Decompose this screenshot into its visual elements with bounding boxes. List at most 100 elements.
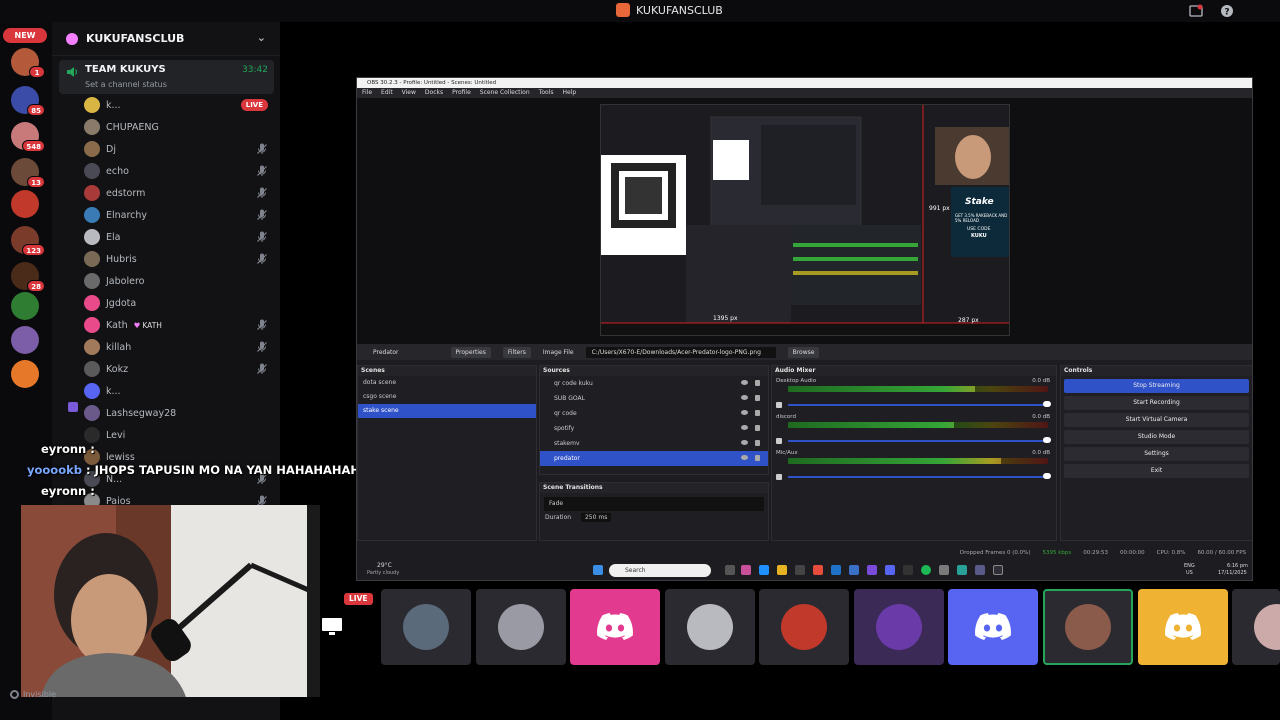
obs-menu-item[interactable]: Help [562, 88, 576, 98]
help-icon[interactable]: ? [1220, 4, 1234, 18]
channel-status-text[interactable]: Set a channel status [85, 80, 167, 89]
visibility-icon[interactable] [741, 380, 748, 385]
speaker-icon[interactable] [776, 438, 782, 444]
server-icon[interactable] [11, 326, 39, 354]
control-button[interactable]: Settings [1064, 447, 1249, 461]
voice-member[interactable]: killah [84, 338, 272, 356]
obs-menu-item[interactable]: Docks [425, 88, 443, 98]
speaker-icon[interactable] [776, 474, 782, 480]
control-button[interactable]: Start Virtual Camera [1064, 413, 1249, 427]
voice-member[interactable]: Jabolero [84, 272, 272, 290]
participant-tile[interactable] [854, 589, 944, 665]
app-icon[interactable] [975, 565, 985, 575]
server-icon[interactable]: 1 [11, 48, 45, 78]
participant-tile[interactable] [759, 589, 849, 665]
server-icon[interactable]: 13 [11, 158, 45, 188]
lock-icon[interactable] [755, 380, 760, 386]
server-icon[interactable]: 548 [11, 122, 45, 152]
source-item[interactable]: SUB GOAL [540, 391, 768, 406]
voice-member[interactable]: echo [84, 162, 272, 180]
server-icon[interactable] [11, 190, 39, 218]
new-badge[interactable]: NEW [3, 28, 47, 43]
clock-date[interactable]: 17/11/2025 [1218, 570, 1247, 576]
volume-slider[interactable] [788, 470, 1051, 479]
server-icon[interactable]: 123 [11, 226, 45, 256]
source-item[interactable]: qr code kuku [540, 376, 768, 391]
obs-menu-item[interactable]: Edit [381, 88, 393, 98]
server-icon[interactable]: 85 [11, 86, 45, 116]
app-icon[interactable] [939, 565, 949, 575]
image-path-field[interactable]: C:/Users/X670-E/Downloads/Acer-Predator-… [585, 346, 776, 358]
server-icon[interactable] [11, 292, 39, 320]
clock-time[interactable]: 6:16 pm [1227, 563, 1248, 569]
edge-icon[interactable] [759, 565, 769, 575]
participant-tile[interactable] [665, 589, 755, 665]
scene-item[interactable]: stake scene [358, 404, 536, 418]
source-item[interactable]: qr code [540, 406, 768, 421]
properties-button[interactable]: Properties [450, 346, 491, 358]
discord-icon[interactable] [885, 565, 895, 575]
app-icon[interactable] [849, 565, 859, 575]
inbox-icon[interactable] [1189, 4, 1203, 18]
voice-channel-team-kukuys[interactable]: TEAM KUKUYS 33:42 Set a channel status [59, 60, 274, 94]
source-item[interactable]: stakemv [540, 436, 768, 451]
scene-item[interactable]: dota scene [358, 376, 536, 390]
visibility-icon[interactable] [741, 425, 748, 430]
explorer-icon[interactable] [777, 565, 787, 575]
control-button[interactable]: Stop Streaming [1064, 379, 1249, 393]
chrome-icon[interactable] [813, 565, 823, 575]
voice-member[interactable]: Jgdota [84, 294, 272, 312]
participant-tile[interactable] [381, 589, 471, 665]
start-icon[interactable] [593, 565, 603, 575]
control-button[interactable]: Start Recording [1064, 396, 1249, 410]
lock-icon[interactable] [755, 455, 760, 461]
voice-member[interactable]: Dj [84, 140, 272, 158]
voice-member[interactable]: Lashsegway28 [84, 404, 272, 422]
participant-tile[interactable] [1138, 589, 1228, 665]
participant-tile[interactable] [476, 589, 566, 665]
scene-item[interactable]: csgo scene [358, 390, 536, 404]
store-icon[interactable] [795, 565, 805, 575]
obs-menu-item[interactable]: Tools [539, 88, 554, 98]
obs-menu-item[interactable]: Profile [452, 88, 471, 98]
region-indicator[interactable]: US [1186, 570, 1193, 576]
voice-member[interactable]: Kath ♥ KATH [84, 316, 272, 334]
server-header[interactable]: KUKUFANSCLUB ⌄ [52, 22, 280, 56]
participant-tile[interactable] [1043, 589, 1133, 665]
obs-menu-item[interactable]: File [362, 88, 372, 98]
channel-icon[interactable] [68, 402, 78, 412]
user-panel[interactable]: Invisible [10, 690, 56, 699]
control-button[interactable]: Exit [1064, 464, 1249, 478]
browse-button[interactable]: Browse [787, 346, 820, 358]
teams-icon[interactable] [867, 565, 877, 575]
voice-member[interactable]: Hubris [84, 250, 272, 268]
volume-slider[interactable] [788, 398, 1051, 407]
duration-field[interactable]: 250 ms [580, 513, 612, 522]
speaker-icon[interactable] [776, 402, 782, 408]
obs-icon[interactable] [993, 565, 1003, 575]
voice-member[interactable]: k... [84, 382, 272, 400]
screen-share-icon[interactable] [321, 617, 343, 637]
spotify-icon[interactable] [921, 565, 931, 575]
visibility-icon[interactable] [741, 410, 748, 415]
lock-icon[interactable] [755, 410, 760, 416]
volume-slider-handle[interactable] [1043, 437, 1051, 443]
voice-member[interactable]: Kokz [84, 360, 272, 378]
obs-menu-item[interactable]: View [402, 88, 416, 98]
volume-slider-handle[interactable] [1043, 401, 1051, 407]
transition-select[interactable]: Fade [544, 497, 764, 511]
lock-icon[interactable] [755, 425, 760, 431]
lock-icon[interactable] [755, 440, 760, 446]
chevron-down-icon[interactable]: ⌄ [257, 31, 266, 44]
lock-icon[interactable] [755, 395, 760, 401]
mail-icon[interactable] [831, 565, 841, 575]
participant-tile[interactable] [570, 589, 660, 665]
voice-member[interactable]: Ela [84, 228, 272, 246]
app-icon[interactable] [903, 565, 913, 575]
server-icon[interactable]: 28 [11, 262, 45, 292]
filters-button[interactable]: Filters [502, 346, 531, 358]
voice-member[interactable]: edstorm [84, 184, 272, 202]
obs-menu-item[interactable]: Scene Collection [480, 88, 530, 98]
visibility-icon[interactable] [741, 440, 748, 445]
volume-slider-handle[interactable] [1043, 473, 1051, 479]
